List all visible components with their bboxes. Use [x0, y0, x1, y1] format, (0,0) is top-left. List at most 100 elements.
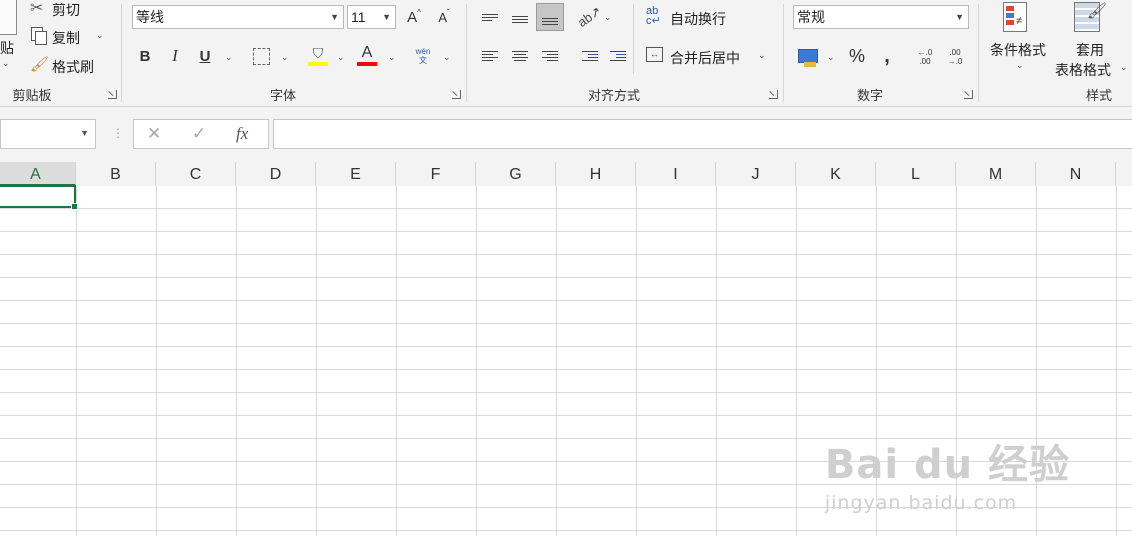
comma-icon: , [884, 44, 890, 67]
column-header-d[interactable]: D [236, 162, 316, 186]
increase-indent-icon [610, 49, 626, 63]
formula-input[interactable] [273, 119, 1132, 149]
font-color-dropdown-icon[interactable]: ⌄ [388, 52, 396, 63]
column-header-h[interactable]: H [556, 162, 636, 186]
font-color-icon: A [361, 44, 373, 61]
font-group-label: 字体 [269, 88, 297, 103]
italic-button[interactable]: I [164, 44, 186, 68]
cut-button[interactable]: ✂ 剪切 [28, 0, 108, 18]
scissors-icon: ✂ [30, 0, 44, 17]
comma-button[interactable]: , [874, 44, 900, 68]
watermark-url: jingyan.baidu.com [824, 492, 1018, 514]
clipboard-launcher-icon[interactable] [108, 90, 117, 99]
column-header-a[interactable]: A [0, 162, 76, 186]
wrap-text-button[interactable]: ab c↵ 自动换行 [646, 5, 756, 29]
table-format-label-line1: 套用 [1076, 42, 1104, 58]
fill-color-button[interactable]: ⛉ [306, 42, 330, 68]
paste-dropdown-icon: ⌄ [2, 58, 10, 68]
column-header-j[interactable]: J [716, 162, 796, 186]
column-header-k[interactable]: K [796, 162, 876, 186]
bold-button[interactable]: B [134, 44, 156, 68]
alignment-group-label: 对齐方式 [587, 88, 641, 103]
paste-button[interactable]: 贴 ⌄ [0, 0, 22, 75]
font-color-button[interactable]: A [355, 42, 379, 68]
clipboard-icon [0, 0, 17, 35]
fill-color-dropdown-icon[interactable]: ⌄ [337, 52, 345, 63]
merge-center-button[interactable]: ↔ 合并后居中 ⌄ [646, 44, 771, 68]
align-middle-button[interactable] [507, 4, 533, 30]
column-header-l[interactable]: L [876, 162, 956, 186]
percent-icon: % [848, 45, 865, 66]
decrease-decimal-icon: .00 →.0 [947, 48, 963, 66]
name-box[interactable]: ▼ [0, 119, 96, 149]
chevron-down-icon: ▼ [80, 128, 89, 138]
wrap-text-label: 自动换行 [670, 11, 726, 27]
ribbon: 贴 ⌄ ✂ 剪切 复制 ⌄ 🖌 格式刷 剪贴板 等线 ▼ 11 ▼ A ^ Aˇ … [0, 0, 1132, 107]
align-right-icon [542, 49, 558, 63]
phonetic-dropdown-icon[interactable]: ⌄ [443, 52, 451, 63]
enter-icon[interactable]: ✓ [192, 124, 206, 144]
phonetic-button[interactable]: wén 文 [410, 44, 436, 68]
merge-cells-icon: ↔ [646, 47, 663, 62]
formula-bar-grip-icon[interactable]: ⋮ [112, 126, 124, 140]
align-bottom-button[interactable] [536, 3, 564, 31]
orientation-dropdown-icon[interactable]: ⌄ [604, 12, 612, 23]
number-format-select[interactable]: 常规 ▼ [793, 5, 969, 29]
percent-button[interactable]: % [844, 44, 870, 68]
copy-button[interactable]: 复制 ⌄ [28, 26, 108, 46]
align-center-button[interactable] [507, 44, 533, 68]
alignment-launcher-icon[interactable] [769, 90, 778, 99]
shrink-font-button[interactable]: Aˇ [432, 6, 456, 28]
format-painter-button[interactable]: 🖌 格式刷 [28, 54, 108, 75]
font-name-select[interactable]: 等线 ▼ [132, 5, 344, 29]
align-bottom-icon [542, 16, 558, 27]
column-header-m[interactable]: M [956, 162, 1036, 186]
column-header-g[interactable]: G [476, 162, 556, 186]
paint-bucket-icon: ⛉ [312, 44, 324, 61]
decrease-indent-button[interactable] [575, 44, 601, 68]
accounting-format-button[interactable] [795, 44, 821, 68]
grow-font-button[interactable]: A ^ [402, 6, 426, 28]
font-name-value: 等线 [136, 9, 164, 25]
align-right-button[interactable] [537, 44, 563, 68]
shrink-font-icon: A [438, 9, 447, 25]
conditional-format-icon: ≠ [1003, 2, 1027, 32]
column-header-e[interactable]: E [316, 162, 396, 186]
column-header-n[interactable]: N [1036, 162, 1116, 186]
underline-dropdown-icon[interactable]: ⌄ [225, 52, 233, 63]
format-as-table-button[interactable]: 🖌 套用 表格格式 ⌄ [1054, 0, 1130, 80]
styles-group-label: 样式 [1085, 88, 1113, 103]
conditional-format-button[interactable]: ≠ 条件格式 ⌄ [986, 0, 1052, 76]
border-dropdown-icon[interactable]: ⌄ [281, 52, 289, 63]
decrease-decimal-button[interactable]: .00 →.0 [941, 44, 969, 70]
separator [466, 4, 467, 102]
column-header-c[interactable]: C [156, 162, 236, 186]
watermark-logo: Bai du 经验 [824, 442, 1070, 488]
underline-button[interactable]: U [194, 44, 216, 68]
align-left-button[interactable] [477, 44, 503, 68]
cancel-icon[interactable]: ✕ [147, 124, 161, 144]
column-header-i[interactable]: I [636, 162, 716, 186]
border-button[interactable] [250, 45, 272, 67]
number-launcher-icon[interactable] [964, 90, 973, 99]
conditional-format-dropdown-icon: ⌄ [1016, 60, 1024, 70]
merge-dropdown-icon: ⌄ [758, 50, 766, 60]
bold-icon: B [139, 47, 151, 65]
column-header-f[interactable]: F [396, 162, 476, 186]
font-size-select[interactable]: 11 ▼ [347, 5, 396, 29]
font-size-value: 11 [351, 9, 366, 25]
increase-decimal-icon: ←.0 .00 [917, 48, 933, 66]
increase-indent-button[interactable] [605, 44, 631, 68]
fill-color-swatch [308, 61, 328, 66]
column-header-b[interactable]: B [76, 162, 156, 186]
orientation-button[interactable]: ab↗ [575, 3, 604, 30]
table-format-icon: 🖌 [1074, 2, 1107, 32]
paintbrush-icon: 🖌 [30, 56, 50, 73]
font-launcher-icon[interactable] [452, 90, 461, 99]
active-cell[interactable] [0, 185, 78, 210]
insert-function-icon[interactable]: fx [236, 124, 248, 144]
increase-decimal-button[interactable]: ←.0 .00 [911, 44, 939, 70]
align-top-button[interactable] [477, 4, 503, 30]
accounting-dropdown-icon[interactable]: ⌄ [827, 52, 835, 63]
font-color-swatch [357, 62, 377, 66]
